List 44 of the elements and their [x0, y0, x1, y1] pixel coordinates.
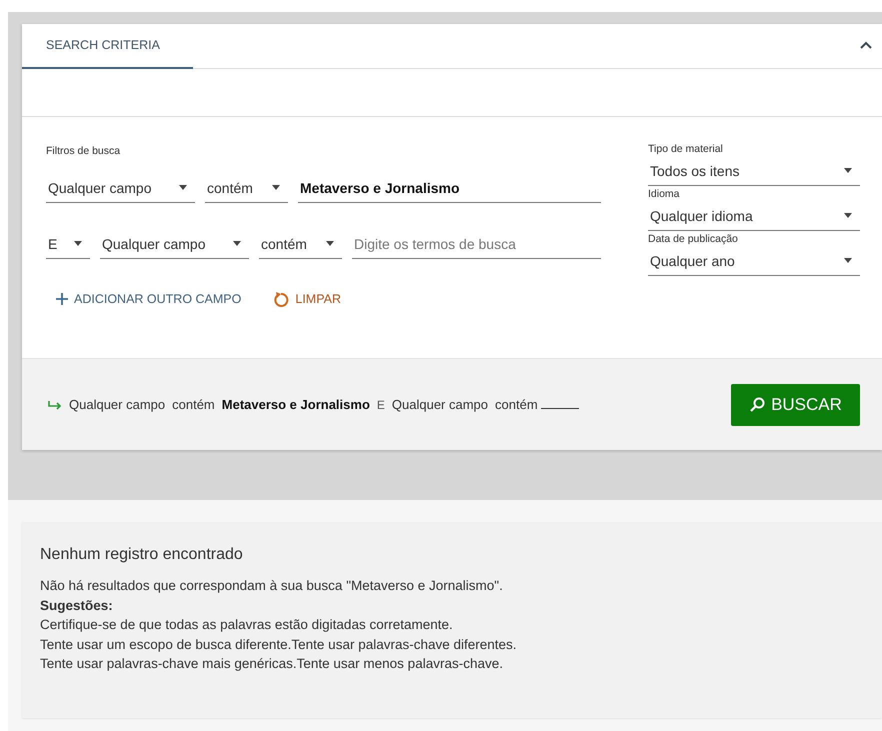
summary-operator: contém	[172, 397, 215, 412]
dropdown-icon	[233, 241, 241, 246]
dropdown-icon	[844, 213, 852, 218]
summary-term: Metaverso e Jornalismo	[222, 397, 370, 412]
results-message: Não há resultados que correspondam à sua busca "Metaverso e Jornalismo".	[40, 577, 504, 595]
plus-icon	[56, 293, 68, 305]
dropdown-icon	[74, 241, 82, 246]
dropdown[interactable]: Qualquer idioma	[648, 201, 860, 231]
facet-label: Data de publicação	[648, 233, 739, 246]
facet-label: Tipo de material	[648, 143, 724, 156]
summary-boolean: E	[376, 398, 385, 412]
results-title: Nenhum registro encontrado	[40, 546, 244, 564]
dropdown-icon	[326, 241, 334, 246]
facet-label: Idioma	[648, 188, 681, 201]
search-term-field[interactable]: Digite os termos de busca	[352, 229, 601, 259]
clear-button[interactable]: LIMPAR	[271, 287, 343, 311]
dropdown[interactable]: Qualquer ano	[648, 246, 860, 276]
suggestions-label: Sugestões:	[40, 596, 114, 615]
dropdown-icon	[179, 185, 187, 190]
reset-icon	[273, 291, 290, 307]
suggestion-text: Tente usar um escopo de busca diferente.Tente usar palavras-chave diferentes.	[40, 636, 518, 654]
dropdown[interactable]: contém	[259, 229, 342, 259]
add-field-button[interactable]: ADICIONAR OUTRO CAMPO	[54, 287, 244, 311]
search-button[interactable]: BUSCAR	[731, 384, 860, 426]
search-term-field[interactable]: Metaverso e Jornalismo	[298, 173, 601, 203]
arrow-icon	[48, 400, 62, 410]
suggestion-text: Tente usar palavras-chave mais genéricas.Tente usar menos palavras-chave.	[40, 655, 504, 673]
tab[interactable]: SEARCH CRITERIA	[22, 24, 193, 69]
dropdown-icon	[844, 258, 852, 263]
operator-dropdown[interactable]: E	[46, 229, 90, 259]
suggestion-text: Certifique-se de que todas as palavras estão digitadas corretamente.	[40, 616, 454, 634]
summary-field: Qualquer campo	[69, 397, 166, 412]
summary-field: Qualquer campo	[392, 397, 488, 412]
dropdown[interactable]: contém	[205, 173, 288, 203]
dropdown-icon	[272, 185, 280, 190]
dropdown-icon	[844, 168, 852, 173]
dropdown[interactable]: Qualquer campo	[46, 173, 195, 203]
summary-operator: contém	[495, 397, 538, 412]
dropdown[interactable]: Qualquer campo	[100, 229, 249, 259]
dropdown[interactable]: Todos os itens	[648, 156, 860, 186]
filters-label: Filtros de busca	[46, 145, 122, 159]
collapse-icon[interactable]	[860, 41, 872, 49]
search-icon	[749, 396, 766, 412]
blank-line	[540, 407, 579, 409]
